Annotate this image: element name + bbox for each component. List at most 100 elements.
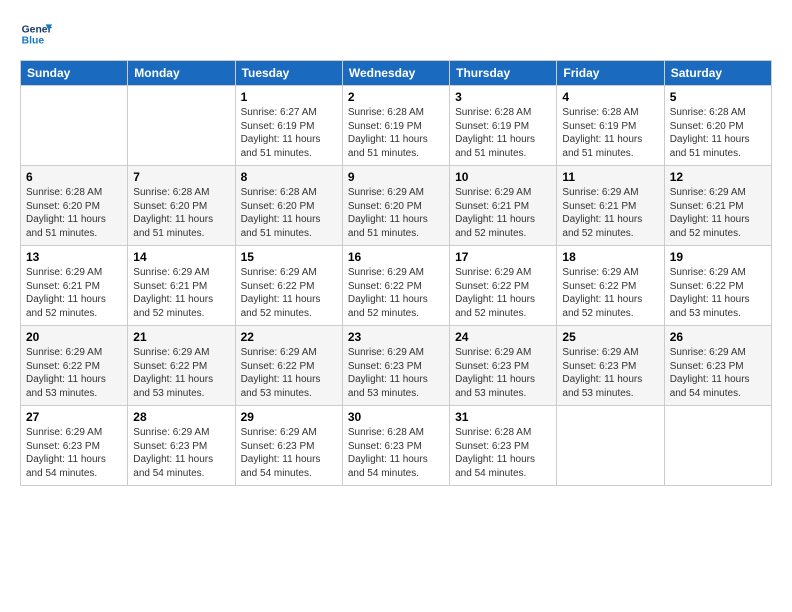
- day-number: 17: [455, 250, 551, 264]
- day-cell: 6Sunrise: 6:28 AM Sunset: 6:20 PM Daylig…: [21, 166, 128, 246]
- day-info: Sunrise: 6:29 AM Sunset: 6:20 PM Dayligh…: [348, 186, 444, 240]
- day-info: Sunrise: 6:29 AM Sunset: 6:21 PM Dayligh…: [26, 266, 122, 320]
- day-cell: 29 Sunrise: 6:29 AM Sunset: 6:23 PM Dayli…: [235, 406, 342, 486]
- day-cell: 25Sunrise: 6:29 AM Sunset: 6:23 PM Dayli…: [557, 326, 664, 406]
- day-info: Sunrise: 6:29 AM Sunset: 6:21 PM Dayligh…: [670, 186, 766, 240]
- week-row-1: 1 Sunrise: 6:27 AM Sunset: 6:19 PM Daylig…: [21, 86, 772, 166]
- day-info: Sunrise: 6:29 AM Sunset: 6:23 PM Dayligh…: [241, 426, 337, 480]
- day-number: 26: [670, 330, 766, 344]
- day-cell: 5Sunrise: 6:28 AM Sunset: 6:20 PM Daylig…: [664, 86, 771, 166]
- day-number: 20: [26, 330, 122, 344]
- day-number: 9: [348, 170, 444, 184]
- day-cell: 1 Sunrise: 6:27 AM Sunset: 6:19 PM Daylig…: [235, 86, 342, 166]
- day-cell: 11 Sunrise: 6:29 AM Sunset: 6:21 PM Dayli…: [557, 166, 664, 246]
- weekday-header-friday: Friday: [557, 61, 664, 86]
- day-cell: 15Sunrise: 6:29 AM Sunset: 6:22 PM Dayli…: [235, 246, 342, 326]
- day-info: Sunrise: 6:29 AM Sunset: 6:22 PM Dayligh…: [670, 266, 766, 320]
- day-cell: 9 Sunrise: 6:29 AM Sunset: 6:20 PM Daylig…: [342, 166, 449, 246]
- day-info: Sunrise: 6:28 AM Sunset: 6:19 PM Dayligh…: [562, 106, 658, 160]
- day-info: Sunrise: 6:29 AM Sunset: 6:23 PM Dayligh…: [455, 346, 551, 400]
- day-number: 29: [241, 410, 337, 424]
- day-cell: 21Sunrise: 6:29 AM Sunset: 6:22 PM Dayli…: [128, 326, 235, 406]
- day-cell: 17 Sunrise: 6:29 AM Sunset: 6:22 PM Dayli…: [450, 246, 557, 326]
- day-cell: 7 Sunrise: 6:28 AM Sunset: 6:20 PM Daylig…: [128, 166, 235, 246]
- day-info: Sunrise: 6:29 AM Sunset: 6:21 PM Dayligh…: [562, 186, 658, 240]
- day-cell: 13 Sunrise: 6:29 AM Sunset: 6:21 PM Dayli…: [21, 246, 128, 326]
- day-number: 21: [133, 330, 229, 344]
- day-cell: 22 Sunrise: 6:29 AM Sunset: 6:22 PM Dayli…: [235, 326, 342, 406]
- day-info: Sunrise: 6:27 AM Sunset: 6:19 PM Dayligh…: [241, 106, 337, 160]
- day-cell: 27Sunrise: 6:29 AM Sunset: 6:23 PM Dayli…: [21, 406, 128, 486]
- day-info: Sunrise: 6:28 AM Sunset: 6:20 PM Dayligh…: [241, 186, 337, 240]
- day-number: 16: [348, 250, 444, 264]
- day-cell: 4 Sunrise: 6:28 AM Sunset: 6:19 PM Daylig…: [557, 86, 664, 166]
- day-cell: 18 Sunrise: 6:29 AM Sunset: 6:22 PM Dayli…: [557, 246, 664, 326]
- svg-text:Blue: Blue: [22, 36, 45, 47]
- day-info: Sunrise: 6:28 AM Sunset: 6:19 PM Dayligh…: [455, 106, 551, 160]
- logo-icon: General Blue: [20, 18, 52, 50]
- weekday-header-sunday: Sunday: [21, 61, 128, 86]
- day-info: Sunrise: 6:29 AM Sunset: 6:22 PM Dayligh…: [26, 346, 122, 400]
- day-number: 7: [133, 170, 229, 184]
- day-info: Sunrise: 6:29 AM Sunset: 6:23 PM Dayligh…: [26, 426, 122, 480]
- day-cell: 19 Sunrise: 6:29 AM Sunset: 6:22 PM Dayli…: [664, 246, 771, 326]
- day-info: Sunrise: 6:29 AM Sunset: 6:23 PM Dayligh…: [562, 346, 658, 400]
- day-cell: 20 Sunrise: 6:29 AM Sunset: 6:22 PM Dayli…: [21, 326, 128, 406]
- weekday-header-tuesday: Tuesday: [235, 61, 342, 86]
- day-cell: 16 Sunrise: 6:29 AM Sunset: 6:22 PM Dayli…: [342, 246, 449, 326]
- day-cell: 23Sunrise: 6:29 AM Sunset: 6:23 PM Dayli…: [342, 326, 449, 406]
- weekday-header-monday: Monday: [128, 61, 235, 86]
- day-info: Sunrise: 6:28 AM Sunset: 6:23 PM Dayligh…: [455, 426, 551, 480]
- day-cell: [557, 406, 664, 486]
- day-number: 2: [348, 90, 444, 104]
- day-cell: 26 Sunrise: 6:29 AM Sunset: 6:23 PM Dayli…: [664, 326, 771, 406]
- day-number: 13: [26, 250, 122, 264]
- day-number: 23: [348, 330, 444, 344]
- logo: General Blue: [20, 18, 52, 50]
- header: General Blue: [20, 18, 772, 50]
- day-info: Sunrise: 6:29 AM Sunset: 6:23 PM Dayligh…: [133, 426, 229, 480]
- day-cell: 30 Sunrise: 6:28 AM Sunset: 6:23 PM Dayli…: [342, 406, 449, 486]
- day-number: 11: [562, 170, 658, 184]
- day-cell: [664, 406, 771, 486]
- day-info: Sunrise: 6:28 AM Sunset: 6:23 PM Dayligh…: [348, 426, 444, 480]
- weekday-header-row: SundayMondayTuesdayWednesdayThursdayFrid…: [21, 61, 772, 86]
- day-cell: 2Sunrise: 6:28 AM Sunset: 6:19 PM Daylig…: [342, 86, 449, 166]
- day-info: Sunrise: 6:28 AM Sunset: 6:20 PM Dayligh…: [133, 186, 229, 240]
- day-info: Sunrise: 6:29 AM Sunset: 6:22 PM Dayligh…: [241, 346, 337, 400]
- day-cell: 24 Sunrise: 6:29 AM Sunset: 6:23 PM Dayli…: [450, 326, 557, 406]
- day-number: 18: [562, 250, 658, 264]
- week-row-2: 6Sunrise: 6:28 AM Sunset: 6:20 PM Daylig…: [21, 166, 772, 246]
- day-cell: 12Sunrise: 6:29 AM Sunset: 6:21 PM Dayli…: [664, 166, 771, 246]
- day-number: 19: [670, 250, 766, 264]
- day-info: Sunrise: 6:28 AM Sunset: 6:20 PM Dayligh…: [26, 186, 122, 240]
- day-info: Sunrise: 6:29 AM Sunset: 6:21 PM Dayligh…: [455, 186, 551, 240]
- day-info: Sunrise: 6:29 AM Sunset: 6:22 PM Dayligh…: [348, 266, 444, 320]
- day-cell: 8Sunrise: 6:28 AM Sunset: 6:20 PM Daylig…: [235, 166, 342, 246]
- day-cell: 10 Sunrise: 6:29 AM Sunset: 6:21 PM Dayli…: [450, 166, 557, 246]
- day-number: 14: [133, 250, 229, 264]
- day-cell: [21, 86, 128, 166]
- page: General Blue SundayMondayTuesdayWednesda…: [0, 0, 792, 612]
- day-number: 4: [562, 90, 658, 104]
- day-cell: 28 Sunrise: 6:29 AM Sunset: 6:23 PM Dayli…: [128, 406, 235, 486]
- day-cell: 31 Sunrise: 6:28 AM Sunset: 6:23 PM Dayli…: [450, 406, 557, 486]
- week-row-5: 27Sunrise: 6:29 AM Sunset: 6:23 PM Dayli…: [21, 406, 772, 486]
- day-info: Sunrise: 6:29 AM Sunset: 6:22 PM Dayligh…: [562, 266, 658, 320]
- day-number: 31: [455, 410, 551, 424]
- day-info: Sunrise: 6:29 AM Sunset: 6:22 PM Dayligh…: [455, 266, 551, 320]
- day-number: 24: [455, 330, 551, 344]
- day-info: Sunrise: 6:29 AM Sunset: 6:23 PM Dayligh…: [670, 346, 766, 400]
- day-info: Sunrise: 6:29 AM Sunset: 6:21 PM Dayligh…: [133, 266, 229, 320]
- day-number: 22: [241, 330, 337, 344]
- day-number: 1: [241, 90, 337, 104]
- weekday-header-wednesday: Wednesday: [342, 61, 449, 86]
- weekday-header-saturday: Saturday: [664, 61, 771, 86]
- week-row-4: 20 Sunrise: 6:29 AM Sunset: 6:22 PM Dayli…: [21, 326, 772, 406]
- day-number: 3: [455, 90, 551, 104]
- day-number: 10: [455, 170, 551, 184]
- day-number: 28: [133, 410, 229, 424]
- day-number: 15: [241, 250, 337, 264]
- weekday-header-thursday: Thursday: [450, 61, 557, 86]
- day-number: 30: [348, 410, 444, 424]
